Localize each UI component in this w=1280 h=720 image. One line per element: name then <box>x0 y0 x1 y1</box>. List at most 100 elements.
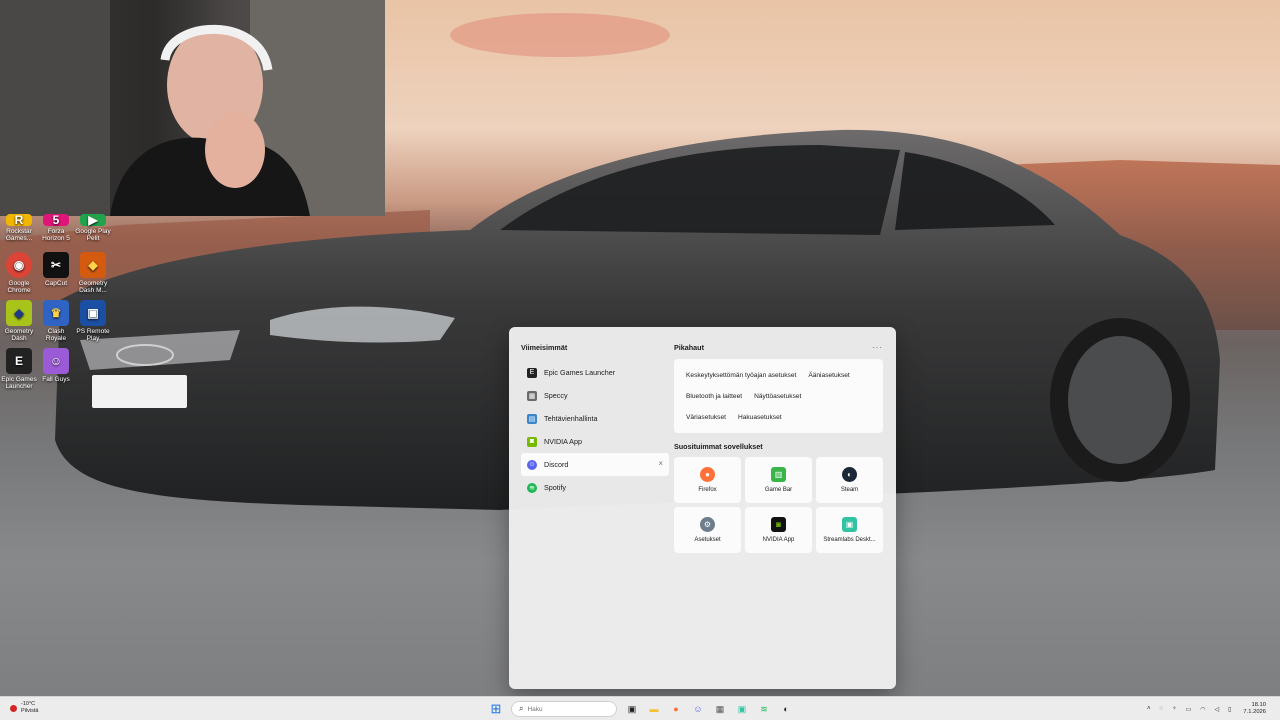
desktop-icon-chrome[interactable]: ◉ Google Chrome <box>0 252 38 294</box>
quick-link-color-settings[interactable]: Väriasetukset <box>680 414 732 421</box>
taskbar: -10°C Pilvistä ⊞ ⌕ Haku ▣ ▬ ● ☺ ▦ ▣ ≋ ◐ … <box>0 696 1280 720</box>
weather-alert-icon <box>10 704 17 712</box>
webcam-overlay <box>0 0 385 216</box>
recent-list: E Epic Games Launcher ▦ Speccy ▤ Tehtävi… <box>521 361 671 499</box>
discord-icon[interactable]: ☺ <box>689 700 707 718</box>
recent-item-label: NVIDIA App <box>544 437 582 446</box>
app-tile-label: NVIDIA App <box>762 537 795 543</box>
weather-condition: Pilvistä <box>21 708 39 714</box>
geometry-dash-icon: ◆ <box>6 300 32 326</box>
discord-icon: ☺ <box>527 459 537 470</box>
clock[interactable]: 18.10 7.1.2026 <box>1243 702 1266 716</box>
taskbar-search-input[interactable]: ⌕ Haku <box>511 701 617 717</box>
speccy-icon: ▦ <box>527 390 537 401</box>
start-button-icon[interactable]: ⊞ <box>487 700 505 718</box>
speccy-icon[interactable]: ▦ <box>711 700 729 718</box>
streamlabs-icon: ▣ <box>842 517 857 532</box>
rockstar-icon: R <box>6 214 32 226</box>
app-tile-label: Asetukset <box>694 537 721 543</box>
wifi-icon[interactable]: ◠ <box>1200 706 1205 713</box>
app-tile-game-bar[interactable]: ▥ Game Bar <box>745 457 812 503</box>
spotify-icon: ≋ <box>527 482 537 493</box>
recent-item-spotify[interactable]: ≋ Spotify <box>521 476 669 499</box>
desktop-icon-label: Forza Horizon 5 <box>42 228 70 242</box>
desktop-icon-ps-remote-play[interactable]: ▣ PS Remote Play <box>74 300 112 342</box>
desktop-icon-label: Google Play Pelit <box>75 228 111 242</box>
quick-link-bluetooth-devices[interactable]: Bluetooth ja laitteet <box>680 393 748 400</box>
nvidia-icon: ◙ <box>771 517 786 532</box>
taskbar-center: ⊞ ⌕ Haku ▣ ▬ ● ☺ ▦ ▣ ≋ ◐ <box>487 700 799 718</box>
show-hidden-icons-chevron-icon[interactable]: ˄ <box>1147 706 1151 712</box>
epic-games-icon: E <box>527 367 537 378</box>
desktop-icon-label: CapCut <box>44 280 68 287</box>
display-icon[interactable]: ▭ <box>1186 706 1192 713</box>
quick-link-display-settings[interactable]: Näyttöasetukset <box>748 393 807 400</box>
geometry-dash-meltdown-icon: ◆ <box>80 252 106 278</box>
steam-icon[interactable]: ◐ <box>777 700 795 718</box>
microphone-icon[interactable]: ♆ <box>1172 706 1177 712</box>
steam-icon: ◐ <box>842 467 857 482</box>
desktop-icon-label: PS Remote Play <box>76 328 110 342</box>
fall-guys-icon: ☺ <box>43 348 69 374</box>
recent-item-nvidia-app[interactable]: ◙ NVIDIA App <box>521 430 669 453</box>
google-play-icon: ▶ <box>80 214 106 226</box>
task-view-icon[interactable]: ▣ <box>623 700 641 718</box>
desktop-icon-label: Rockstar Games... <box>5 228 33 242</box>
desktop-icon-forza[interactable]: 5 Forza Horizon 5 <box>37 214 75 243</box>
quick-link-sound-settings[interactable]: Ääniasetukset <box>802 372 855 379</box>
search-placeholder: Haku <box>527 705 543 713</box>
network-icon[interactable]: ◌ <box>1159 706 1163 712</box>
recent-item-task-manager[interactable]: ▤ Tehtävienhallinta <box>521 407 669 430</box>
recent-title: Viimeisimmät <box>521 343 568 352</box>
streamlabs-icon[interactable]: ▣ <box>733 700 751 718</box>
recent-item-label: Tehtävienhallinta <box>544 414 598 423</box>
more-options-icon[interactable]: ··· <box>872 343 883 352</box>
desktop-icon-label: Epic Games Launcher <box>1 376 37 390</box>
desktop-icon-geometry-dash-meltdown[interactable]: ◆ Geometry Dash M... <box>74 252 112 294</box>
clash-royale-icon: ♛ <box>43 300 69 326</box>
volume-icon[interactable]: ◁ <box>1214 706 1219 713</box>
desktop-icon-geometry-dash[interactable]: ◆ Geometry Dash <box>0 300 38 342</box>
spotify-icon[interactable]: ≋ <box>755 700 773 718</box>
recent-item-label: Spotify <box>544 483 566 492</box>
quick-link-focus-settings[interactable]: Keskeytyksettömän työajan asetukset <box>680 372 802 379</box>
quick-search-title: Pikahaut <box>674 343 704 352</box>
app-tile-nvidia-app[interactable]: ◙ NVIDIA App <box>745 507 812 553</box>
settings-gear-icon: ⚙ <box>700 517 715 532</box>
recent-item-discord[interactable]: ☺ Discord × <box>521 453 669 476</box>
app-tile-firefox[interactable]: ● Firefox <box>674 457 741 503</box>
desktop-icon-google-play[interactable]: ▶ Google Play Pelit <box>74 214 112 243</box>
firefox-icon[interactable]: ● <box>667 700 685 718</box>
weather-temperature: -10°C <box>21 701 36 707</box>
recent-section: Viimeisimmät E Epic Games Launcher ▦ Spe… <box>521 343 671 499</box>
quick-link-search-settings[interactable]: Hakuasetukset <box>732 414 788 421</box>
recent-item-speccy[interactable]: ▦ Speccy <box>521 384 669 407</box>
chrome-icon: ◉ <box>6 252 32 278</box>
app-tile-settings[interactable]: ⚙ Asetukset <box>674 507 741 553</box>
recent-item-epic-games[interactable]: E Epic Games Launcher <box>521 361 669 384</box>
app-tile-label: Firefox <box>698 487 717 493</box>
app-tile-steam[interactable]: ◐ Steam <box>816 457 883 503</box>
start-menu-panel: Viimeisimmät E Epic Games Launcher ▦ Spe… <box>509 327 896 689</box>
desktop-icon-label: Google Chrome <box>7 280 31 294</box>
desktop-icon-clash-royale[interactable]: ♛ Clash Royale <box>37 300 75 342</box>
remove-icon[interactable]: × <box>658 459 663 468</box>
search-icon: ⌕ <box>519 704 524 713</box>
desktop-icon-fall-guys[interactable]: ☺ Fall Guys <box>37 348 75 383</box>
epic-games-icon: E <box>6 348 32 374</box>
file-explorer-icon[interactable]: ▬ <box>645 700 663 718</box>
desktop-icon-label: Fall Guys <box>42 376 70 383</box>
desktop-icon-rockstar[interactable]: R Rockstar Games... <box>0 214 38 243</box>
weather-widget[interactable]: -10°C Pilvistä <box>10 701 38 715</box>
quick-links-box: Keskeytyksettömän työajan asetukset Ääni… <box>674 359 883 433</box>
desktop-icon-label: Geometry Dash M... <box>78 280 108 294</box>
app-tile-streamlabs[interactable]: ▣ Streamlabs Deskt... <box>816 507 883 553</box>
desktop-icon-capcut[interactable]: ✂ CapCut <box>37 252 75 287</box>
app-tile-label: Steam <box>840 487 859 493</box>
capcut-icon: ✂ <box>43 252 69 278</box>
desktop-icon-epic-games[interactable]: E Epic Games Launcher <box>0 348 38 390</box>
nvidia-icon: ◙ <box>527 436 537 447</box>
battery-icon[interactable]: ▯ <box>1228 706 1231 713</box>
system-tray: ˄ ◌ ♆ ▭ ◠ ◁ ▯ 18.10 7.1.2026 <box>1138 700 1266 718</box>
desktop-icon-label: Clash Royale <box>45 328 67 342</box>
